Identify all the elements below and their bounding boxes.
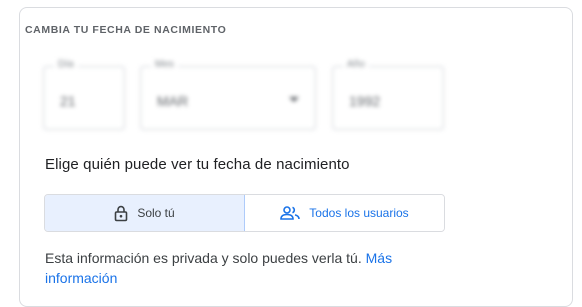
all-users-option[interactable]: Todos los usuarios — [245, 195, 444, 231]
year-field-value: 1992 — [349, 93, 381, 109]
year-field-label: Año — [343, 59, 369, 70]
day-field-value: 21 — [60, 93, 76, 109]
day-field[interactable]: Día 21 — [43, 59, 125, 130]
visibility-toggle-group: Solo tú Todos los usuarios — [44, 194, 445, 232]
month-select[interactable]: Mes MAR — [140, 59, 316, 130]
visibility-heading: Elige quién puede ver tu fecha de nacimi… — [45, 156, 350, 173]
month-select-label: Mes — [151, 59, 178, 70]
people-icon — [280, 206, 301, 220]
day-field-label: Día — [54, 59, 78, 70]
lock-icon — [114, 205, 128, 222]
privacy-info-text: Esta información es privada y solo puede… — [45, 250, 362, 266]
year-field[interactable]: Año 1992 — [332, 59, 444, 130]
all-users-label: Todos los usuarios — [309, 206, 409, 220]
month-select-value: MAR — [157, 93, 189, 109]
chevron-down-icon — [289, 97, 299, 102]
only-you-option[interactable]: Solo tú — [45, 195, 245, 231]
privacy-info: Esta información es privada y solo puede… — [45, 248, 425, 288]
only-you-label: Solo tú — [137, 206, 175, 220]
section-title: CAMBIA TU FECHA DE NACIMIENTO — [25, 24, 227, 36]
